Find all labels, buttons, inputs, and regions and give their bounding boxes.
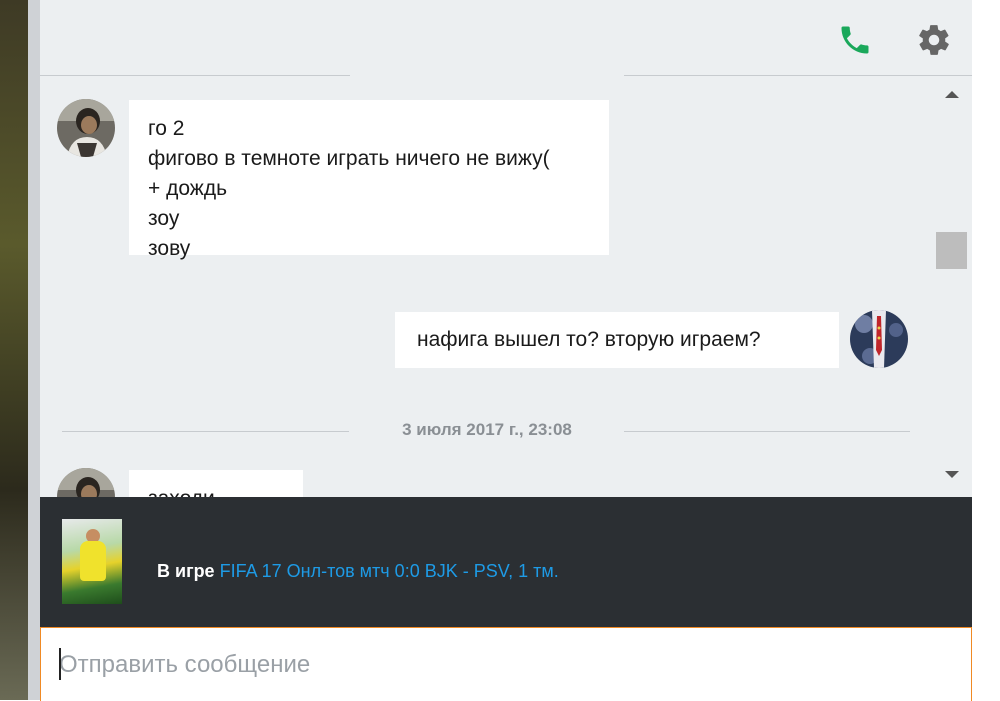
- contact-avatar-image: [57, 99, 115, 157]
- message-line: нафига вышел то? вторую играем?: [417, 328, 761, 351]
- phone-icon: [841, 26, 869, 54]
- message-line: фигово в темноте играть ничего не вижу(: [148, 147, 550, 170]
- contact-avatar[interactable]: [57, 99, 115, 157]
- message-line: зоу: [148, 207, 180, 230]
- message-composer: [40, 627, 972, 701]
- header-divider-left: [40, 75, 350, 76]
- header-divider-right: [624, 75, 972, 76]
- game-status-text: В игре FIFA 17 Онл-тов мтч 0:0 BJK - PSV…: [157, 561, 559, 582]
- game-status-link[interactable]: FIFA 17 Онл-тов мтч 0:0 BJK - PSV, 1 тм.: [220, 561, 559, 581]
- date-separator-text: 3 июля 2017 г., 23:08: [402, 420, 572, 439]
- text-cursor: [59, 648, 61, 680]
- message-line: го 2: [148, 117, 185, 140]
- message-bubble-incoming: го 2 фигово в темноте играть ничего не в…: [129, 100, 609, 260]
- scrollbar-thumb[interactable]: [936, 232, 967, 269]
- contact-avatar[interactable]: [57, 468, 115, 497]
- game-cover-player-body: [80, 541, 106, 581]
- message-bubble-incoming: заходи: [129, 470, 303, 497]
- contact-avatar-image: [57, 468, 115, 497]
- scroll-down-arrow-icon[interactable]: [945, 471, 959, 478]
- gear-icon: [919, 25, 949, 55]
- date-separator-line-right: [624, 431, 910, 432]
- message-line: + дождь: [148, 177, 228, 200]
- chat-header: [40, 0, 972, 76]
- date-separator-line-left: [62, 431, 349, 432]
- my-avatar[interactable]: [850, 310, 908, 368]
- message-bubble-outgoing: нафига вышел то? вторую играем?: [395, 312, 839, 368]
- game-status-bar: В игре FIFA 17 Онл-тов мтч 0:0 BJK - PSV…: [40, 497, 972, 627]
- desktop-background-edge: [0, 0, 40, 700]
- message-scrollbar[interactable]: [933, 77, 972, 497]
- game-status-label: В игре: [157, 561, 215, 581]
- message-line: зову: [148, 237, 191, 260]
- call-button[interactable]: [837, 22, 873, 58]
- message-line: заходи: [148, 484, 303, 497]
- date-separator: 3 июля 2017 г., 23:08: [62, 417, 910, 447]
- message-input[interactable]: [59, 648, 939, 682]
- settings-button[interactable]: [916, 22, 952, 58]
- my-avatar-image: [850, 310, 908, 368]
- chat-window: го 2 фигово в темноте играть ничего не в…: [40, 0, 972, 701]
- game-cover-image[interactable]: [62, 519, 122, 604]
- message-list: го 2 фигово в темноте играть ничего не в…: [40, 77, 933, 497]
- scroll-up-arrow-icon[interactable]: [945, 91, 959, 98]
